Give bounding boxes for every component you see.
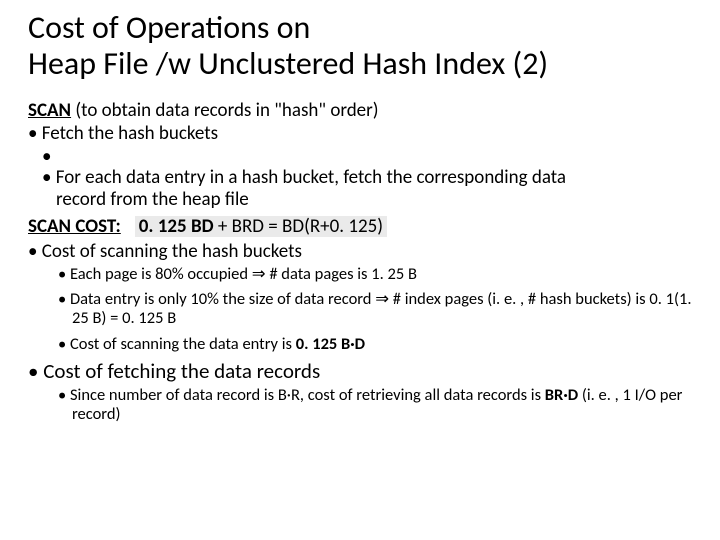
- scan-header: SCAN (to obtain data records in "hash" o…: [28, 100, 692, 121]
- slide-body: SCAN (to obtain data records in "hash" o…: [28, 100, 692, 425]
- sub-80pct: Each page is 80% occupied ⇒ # data pages…: [28, 265, 692, 284]
- scan-cost-line: SCAN COST: 0. 125 BD + BRD = BD(R+0. 125…: [28, 216, 692, 237]
- sub-brd: Since number of data record is B·R, cost…: [28, 386, 692, 425]
- sub-brd-b: BR·D: [545, 385, 578, 405]
- bullet-fetch-data-entry: For each data entry in a hash bucket, fe…: [28, 146, 692, 210]
- scan-cost-formula: 0. 125 BD + BRD = BD(R+0. 125): [135, 216, 387, 237]
- bullet-fetch-records-cost: Cost of fetching the data records: [28, 360, 692, 384]
- arrow-icon: ⇒: [375, 290, 389, 308]
- scan-desc: (to obtain data records in "hash" order): [71, 99, 378, 122]
- formula-right: + BRD = BD(R+0. 125): [214, 215, 383, 238]
- sub-scan-cost-b: 0. 125 B·D: [296, 334, 365, 354]
- sub-80pct-b: # data pages is 1. 25 B: [266, 264, 417, 284]
- sub-10pct: Data entry is only 10% the size of data …: [28, 290, 692, 329]
- sub-10pct-a: Data entry is only 10% the size of data …: [70, 289, 375, 309]
- sub-scan-cost-a: Cost of scanning the data entry is: [70, 334, 296, 354]
- title-line2: Heap File /w Unclustered Hash Index (2): [28, 44, 548, 83]
- title-line1: Cost of Operations on: [28, 8, 310, 47]
- scan-label: SCAN: [28, 99, 71, 122]
- bullet-scan-buckets-cost: Cost of scanning the hash buckets: [28, 241, 692, 262]
- arrow-icon: ⇒: [252, 265, 266, 283]
- bullet-line-a: For each data entry in a hash bucket, fe…: [42, 167, 692, 188]
- sub-scan-cost: Cost of scanning the data entry is 0. 12…: [28, 335, 692, 354]
- formula-left: 0. 125 BD: [139, 215, 214, 238]
- sub-brd-a: Since number of data record is B·R, cost…: [70, 385, 545, 405]
- bullet-fetch-buckets: Fetch the hash buckets: [28, 123, 692, 144]
- scan-cost-label: SCAN COST:: [28, 216, 121, 237]
- sub-80pct-a: Each page is 80% occupied: [70, 264, 252, 284]
- slide-title: Cost of Operations on Heap File /w Unclu…: [28, 10, 692, 82]
- bullet-line-b: record from the heap file: [42, 189, 692, 210]
